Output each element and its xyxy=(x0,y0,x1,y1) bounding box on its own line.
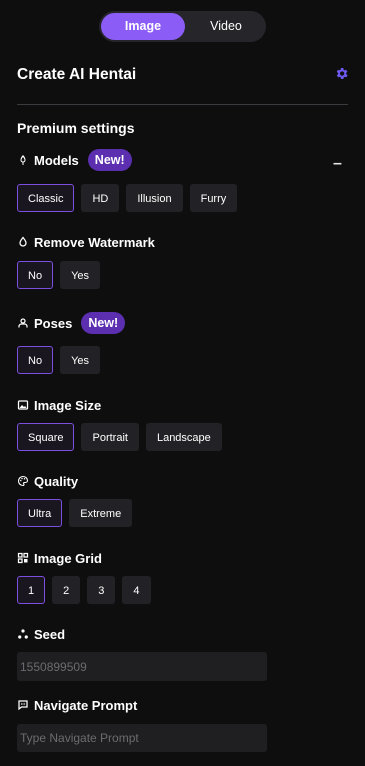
quality-label: Quality xyxy=(34,473,79,489)
page-title: Create AI Hentai xyxy=(17,66,137,83)
message-icon xyxy=(18,700,28,711)
header-divider xyxy=(17,104,348,105)
seed-input[interactable] xyxy=(17,652,267,681)
poses-options: No Yes xyxy=(17,346,101,374)
navigate-label: Navigate Prompt xyxy=(34,697,138,713)
poses-new-badge: New! xyxy=(81,312,126,334)
palette-icon xyxy=(17,475,29,487)
models-label-row: Models New! xyxy=(17,149,132,171)
models-new-badge: New! xyxy=(87,149,132,171)
poses-label-row: Poses New! xyxy=(17,312,126,334)
models-label: Models xyxy=(34,152,79,168)
grid-4-button[interactable]: 4 xyxy=(122,576,151,604)
watermark-options: No Yes xyxy=(17,261,101,289)
grid-2-button[interactable]: 2 xyxy=(52,576,81,604)
model-furry-button[interactable]: Furry xyxy=(189,184,238,212)
seed-icon xyxy=(18,629,28,639)
watermark-label-row: Remove Watermark xyxy=(17,232,155,252)
size-square-button[interactable]: Square xyxy=(17,423,75,451)
grid-label: Image Grid xyxy=(34,550,102,566)
model-classic-button[interactable]: Classic xyxy=(17,184,75,212)
model-illusion-button[interactable]: Illusion xyxy=(126,184,183,212)
image-icon xyxy=(17,400,29,410)
poses-label: Poses xyxy=(34,315,73,331)
size-label: Image Size xyxy=(34,397,102,413)
models-options: Classic HD Illusion Furry xyxy=(17,184,238,212)
quality-extreme-button[interactable]: Extreme xyxy=(69,499,133,527)
video-tab[interactable]: Video xyxy=(187,13,265,40)
collapse-icon[interactable]: – xyxy=(333,155,342,173)
size-label-row: Image Size xyxy=(17,395,101,415)
gear-icon[interactable] xyxy=(334,66,349,81)
watermark-label: Remove Watermark xyxy=(34,234,155,250)
quality-ultra-button[interactable]: Ultra xyxy=(17,499,63,527)
poses-no-button[interactable]: No xyxy=(17,346,54,374)
size-portrait-button[interactable]: Portrait xyxy=(81,423,139,451)
poses-yes-button[interactable]: Yes xyxy=(60,346,101,374)
grid-label-row: Image Grid xyxy=(17,548,102,568)
size-options: Square Portrait Landscape xyxy=(17,423,222,451)
grid-options: 1 2 3 4 xyxy=(17,576,151,604)
seed-label: Seed xyxy=(34,626,66,642)
model-hd-button[interactable]: HD xyxy=(81,184,120,212)
grid-1-button[interactable]: 1 xyxy=(17,576,46,604)
navigate-prompt-input[interactable] xyxy=(17,724,267,752)
person-icon xyxy=(18,318,28,328)
grid-3-button[interactable]: 3 xyxy=(87,576,116,604)
watermark-no-button[interactable]: No xyxy=(17,261,54,289)
models-icon xyxy=(20,155,26,165)
image-tab[interactable]: Image xyxy=(101,13,185,40)
mode-toggle: Image Video xyxy=(99,11,266,42)
quality-options: Ultra Extreme xyxy=(17,499,133,527)
size-landscape-button[interactable]: Landscape xyxy=(145,423,222,451)
grid-icon xyxy=(17,552,29,564)
navigate-label-row: Navigate Prompt xyxy=(17,695,137,715)
premium-settings-heading: Premium settings xyxy=(17,120,135,136)
watermark-yes-button[interactable]: Yes xyxy=(60,261,101,289)
quality-label-row: Quality xyxy=(17,471,78,491)
seed-label-row: Seed xyxy=(17,624,65,644)
droplet-icon xyxy=(19,236,27,247)
